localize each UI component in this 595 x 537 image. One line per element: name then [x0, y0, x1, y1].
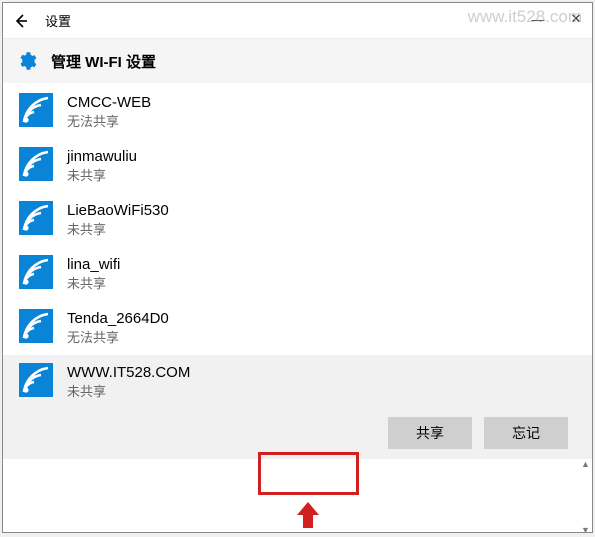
- window-title: 设置: [45, 11, 71, 30]
- forget-button[interactable]: 忘记: [484, 417, 568, 449]
- wifi-status: 未共享: [67, 167, 137, 185]
- wifi-item[interactable]: CMCC-WEB无法共享: [3, 85, 592, 139]
- wifi-info: Tenda_2664D0无法共享: [67, 309, 169, 347]
- titlebar: 设置 — ✕: [3, 3, 592, 39]
- wifi-item[interactable]: jinmawuliu未共享: [3, 139, 592, 193]
- wifi-signal-icon: [19, 93, 53, 127]
- wifi-status: 未共享: [67, 221, 169, 239]
- gear-icon: [15, 50, 37, 72]
- wifi-list: CMCC-WEB无法共享jinmawuliu未共享LieBaoWiFi530未共…: [3, 83, 592, 459]
- wifi-signal-icon: [19, 255, 53, 289]
- content-area: CMCC-WEB无法共享jinmawuliu未共享LieBaoWiFi530未共…: [3, 83, 592, 532]
- wifi-name: CMCC-WEB: [67, 93, 151, 113]
- back-button[interactable]: [3, 3, 39, 39]
- wifi-name: jinmawuliu: [67, 147, 137, 167]
- close-button[interactable]: ✕: [564, 7, 588, 31]
- wifi-info: lina_wifi未共享: [67, 255, 120, 293]
- wifi-item[interactable]: WWW.IT528.COM未共享: [3, 355, 592, 409]
- wifi-name: LieBaoWiFi530: [67, 201, 169, 221]
- wifi-item[interactable]: LieBaoWiFi530未共享: [3, 193, 592, 247]
- wifi-status: 无法共享: [67, 113, 151, 131]
- wifi-signal-icon: [19, 363, 53, 397]
- wifi-name: Tenda_2664D0: [67, 309, 169, 329]
- back-arrow-icon: [12, 12, 30, 30]
- scrollbar[interactable]: ▲ ▼: [580, 459, 591, 532]
- wifi-info: WWW.IT528.COM未共享: [67, 363, 190, 401]
- wifi-item[interactable]: Tenda_2664D0无法共享: [3, 301, 592, 355]
- wifi-signal-icon: [19, 201, 53, 235]
- minimize-button[interactable]: —: [526, 7, 550, 31]
- wifi-status: 未共享: [67, 275, 120, 293]
- scroll-up-icon[interactable]: ▲: [581, 459, 591, 469]
- settings-window: 设置 — ✕ 管理 WI-FI 设置 CMCC-WEB无法共享jinmawuli…: [2, 2, 593, 533]
- wifi-signal-icon: [19, 309, 53, 343]
- wifi-name: lina_wifi: [67, 255, 120, 275]
- wifi-item[interactable]: lina_wifi未共享: [3, 247, 592, 301]
- wifi-status: 无法共享: [67, 329, 169, 347]
- wifi-info: LieBaoWiFi530未共享: [67, 201, 169, 239]
- wifi-name: WWW.IT528.COM: [67, 363, 190, 383]
- scroll-down-icon[interactable]: ▼: [581, 525, 591, 532]
- wifi-action-row: 共享忘记: [3, 409, 592, 459]
- wifi-info: CMCC-WEB无法共享: [67, 93, 151, 131]
- annotation-arrow-icon: [295, 500, 321, 530]
- page-title: 管理 WI-FI 设置: [51, 51, 156, 72]
- wifi-signal-icon: [19, 147, 53, 181]
- wifi-info: jinmawuliu未共享: [67, 147, 137, 185]
- share-button[interactable]: 共享: [388, 417, 472, 449]
- wifi-status: 未共享: [67, 383, 190, 401]
- page-header: 管理 WI-FI 设置: [3, 39, 592, 83]
